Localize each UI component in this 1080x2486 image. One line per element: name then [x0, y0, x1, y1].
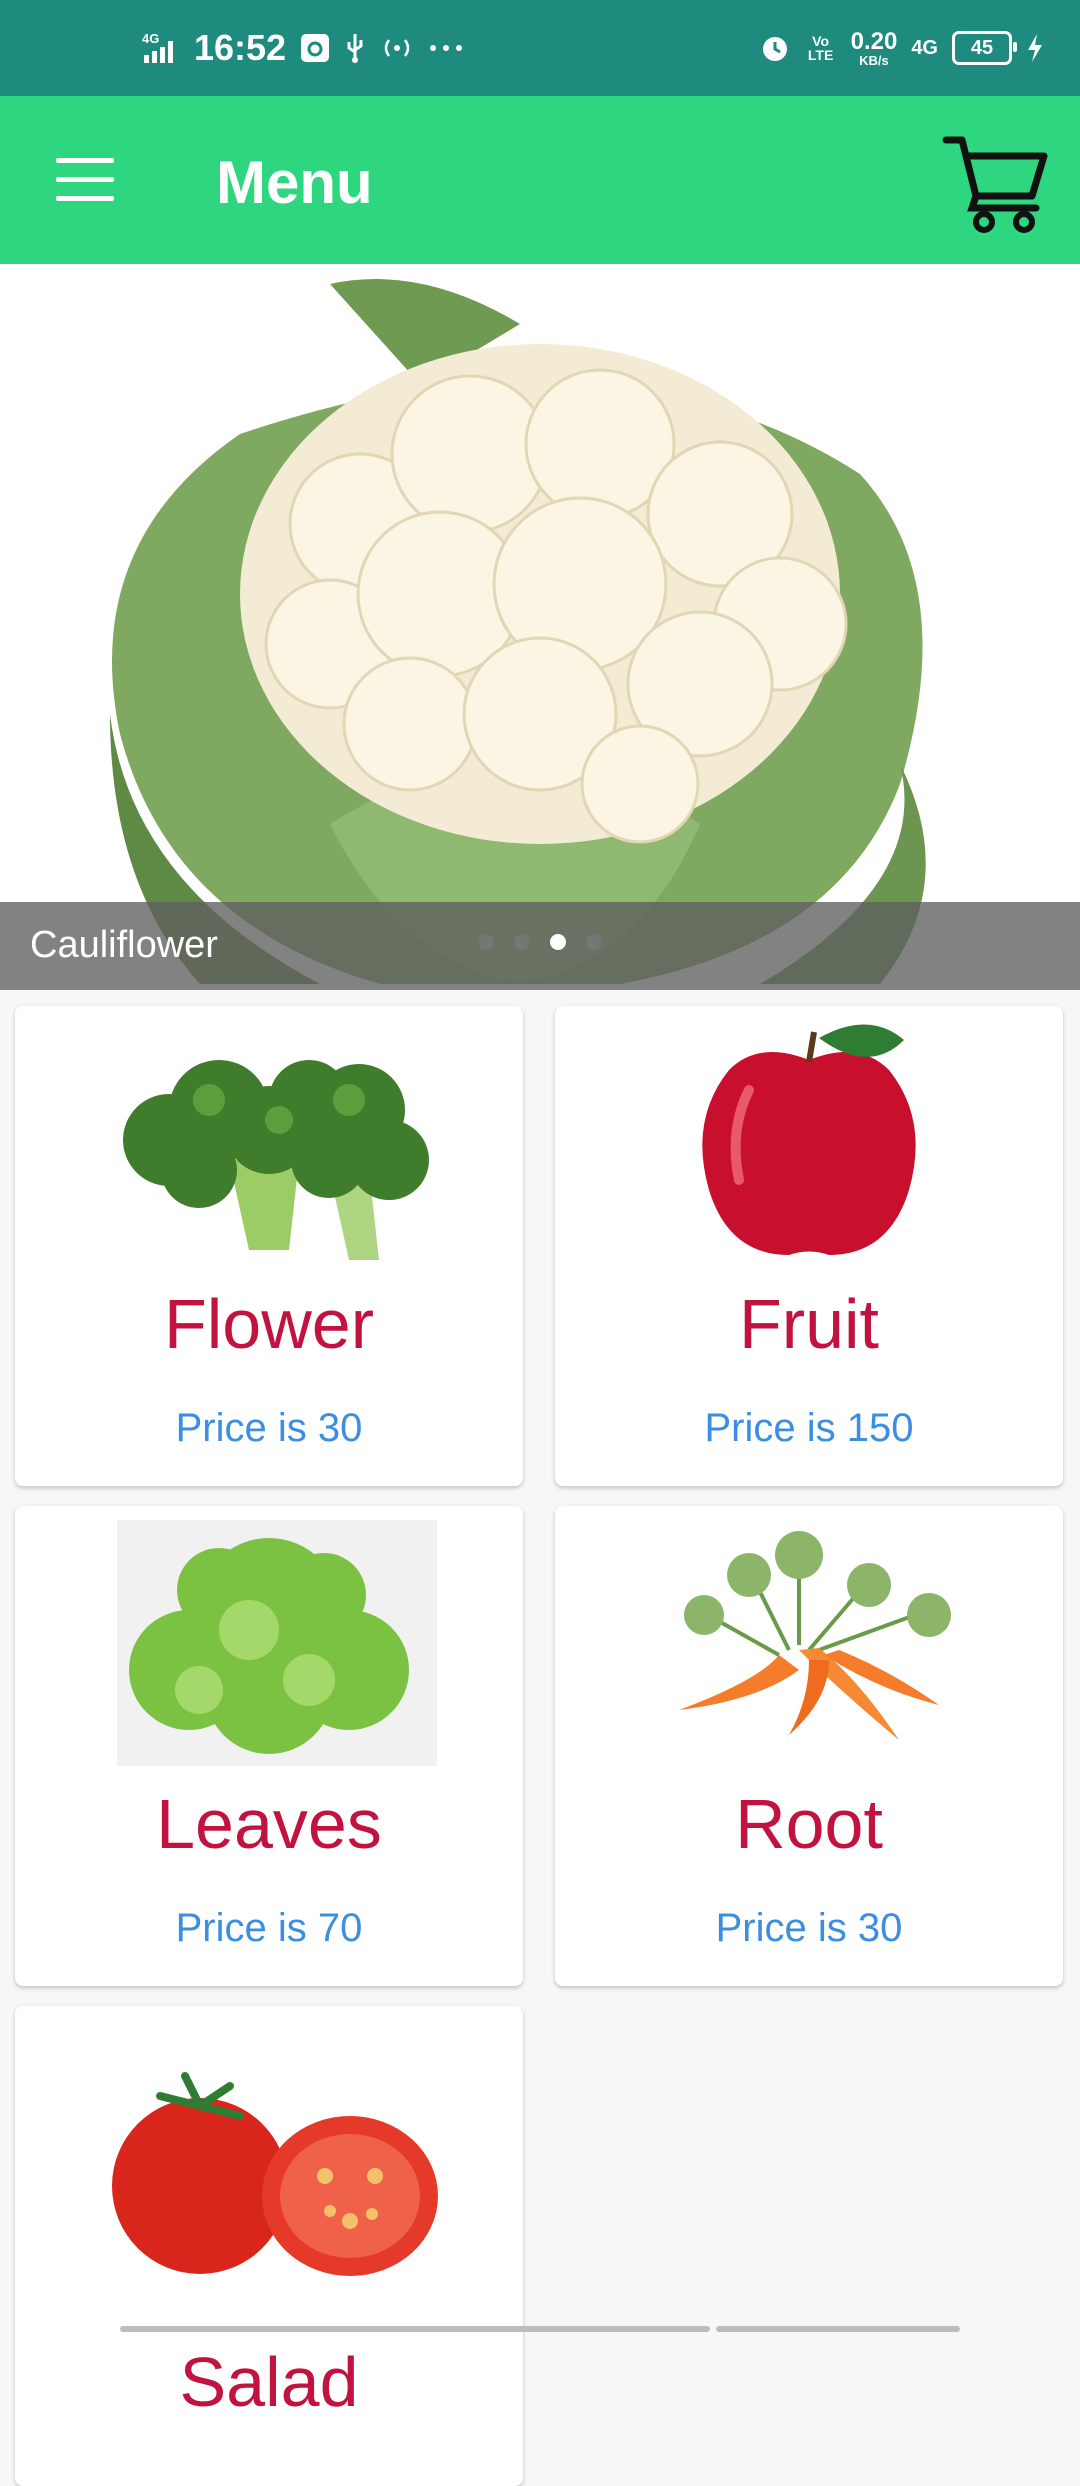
volte-indicator: Vo LTE	[807, 33, 834, 63]
cauliflower-image	[110, 279, 926, 984]
network-type: 4G	[911, 37, 938, 59]
product-name: Salad	[179, 2343, 359, 2421]
speed-unit: KB/s	[859, 52, 889, 68]
carrot-image	[679, 1531, 951, 1740]
product-price: Price is 30	[175, 1406, 363, 1450]
usb-icon	[347, 34, 363, 63]
status-time: 16:52	[194, 27, 287, 68]
signal-icon: 4G	[142, 31, 173, 63]
charging-icon	[1028, 34, 1042, 62]
product-card-fruit[interactable]: Fruit Price is 150	[555, 1006, 1063, 1486]
settings-notification-icon	[301, 34, 330, 62]
tomato-image	[112, 2072, 438, 2276]
product-card-leaves[interactable]: Leaves Price is 70	[15, 1506, 523, 1986]
more-dots-icon	[430, 45, 463, 51]
carousel-dot[interactable]	[514, 934, 530, 950]
banner-caption-text: Cauliflower	[30, 924, 218, 966]
product-price: Price is 150	[704, 1406, 914, 1450]
alarm-icon	[762, 37, 787, 61]
product-name: Fruit	[739, 1285, 879, 1363]
svg-text:4G: 4G	[142, 31, 159, 46]
battery-level: 45	[970, 36, 994, 59]
status-bar-right: Vo LTE 0.20 KB/s 4G 45	[759, 20, 1044, 76]
product-name: Flower	[163, 1285, 375, 1363]
hotspot-icon	[384, 39, 410, 57]
cart-icon[interactable]	[940, 126, 1052, 238]
product-card-root[interactable]: Root Price is 30	[555, 1506, 1063, 1986]
apple-image	[702, 1024, 916, 1255]
carousel-dot-active[interactable]	[550, 934, 566, 950]
gesture-nav-bar	[120, 2326, 710, 2332]
network-speed: 0.20 KB/s	[850, 27, 898, 68]
app-bar: Menu	[0, 96, 1080, 264]
status-bar-left: 4G 16:52	[142, 20, 464, 76]
carousel-indicator	[478, 934, 602, 950]
lettuce-image	[117, 1520, 437, 1766]
gesture-nav-bar	[716, 2326, 960, 2332]
banner-caption: Cauliflower	[0, 902, 1080, 990]
product-name: Leaves	[156, 1785, 382, 1863]
status-bar: 4G 16:52 Vo LTE 0.20 KB/s 4G 45	[0, 0, 1080, 96]
page-title: Menu	[216, 149, 373, 216]
broccoli-image	[123, 1060, 429, 1260]
product-card-salad[interactable]: Salad	[15, 2006, 523, 2486]
hamburger-menu-icon[interactable]	[56, 158, 114, 202]
carousel-dot[interactable]	[586, 934, 602, 950]
battery-indicator: 45	[952, 31, 1017, 65]
product-card-flower[interactable]: Flower Price is 30	[15, 1006, 523, 1486]
product-name: Root	[735, 1785, 883, 1863]
carousel-dot[interactable]	[478, 934, 494, 950]
speed-value: 0.20	[850, 27, 898, 55]
banner-carousel[interactable]: Cauliflower	[0, 264, 1080, 990]
product-price: Price is 70	[175, 1906, 363, 1950]
product-price: Price is 30	[715, 1906, 903, 1950]
